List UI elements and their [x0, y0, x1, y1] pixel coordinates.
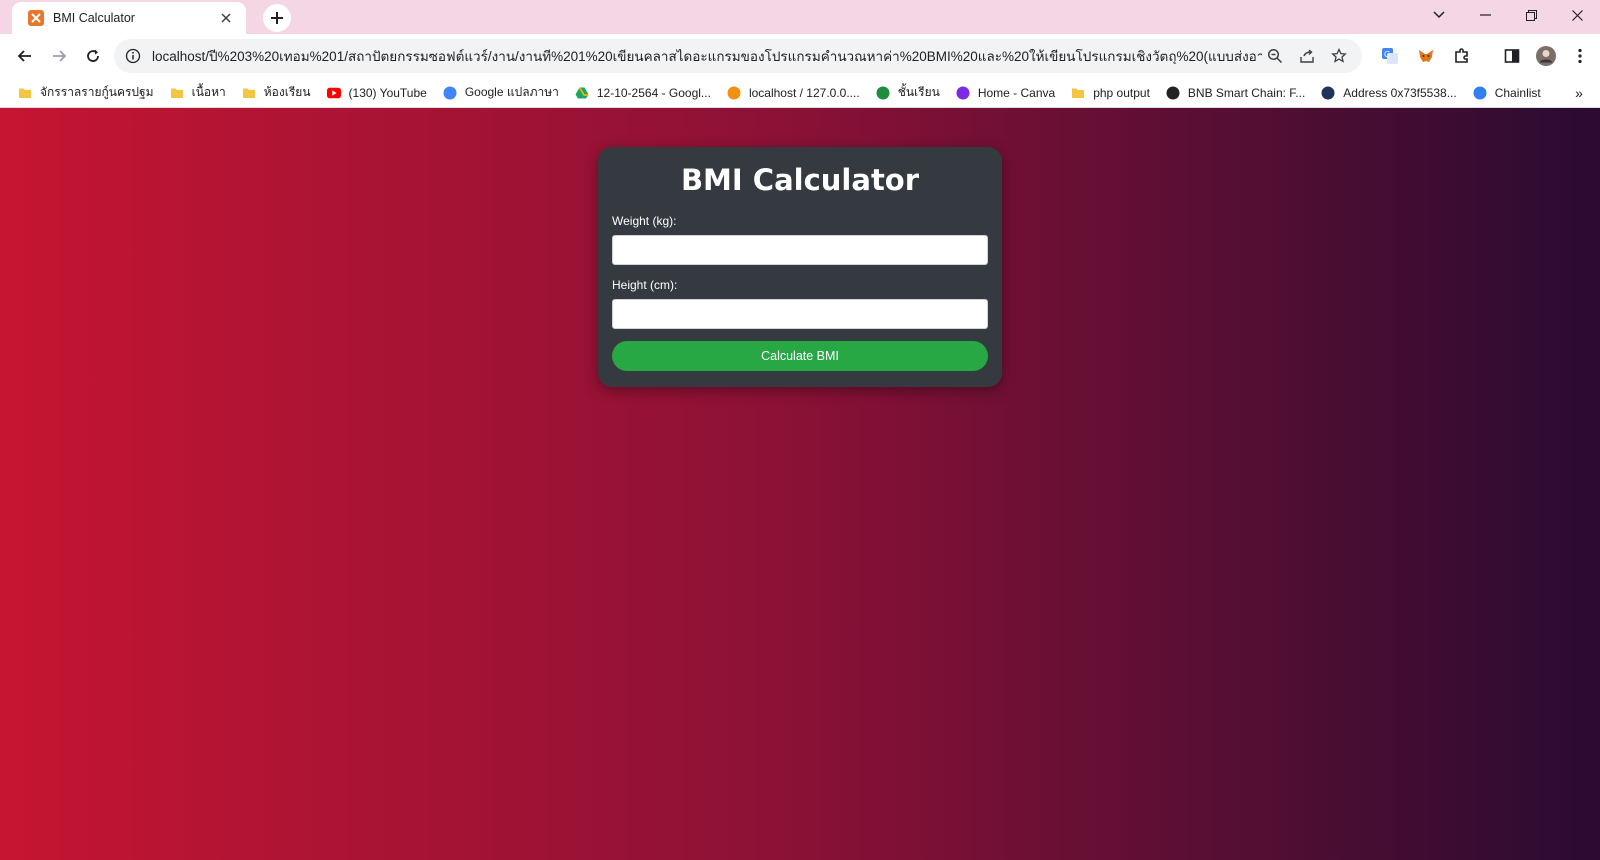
bookmark-item[interactable]: Google แปลภาษา	[435, 81, 567, 105]
xampp-icon	[28, 10, 44, 26]
etherscan-icon	[1321, 86, 1335, 100]
bmi-card: BMI Calculator Weight (kg): Height (cm):…	[598, 147, 1002, 387]
bookmark-label: localhost / 127.0.0....	[748, 85, 860, 100]
menu-kebab-icon[interactable]	[1566, 42, 1594, 70]
folder-icon	[18, 86, 32, 100]
bookmark-label: Address 0x73f5538...	[1343, 85, 1457, 100]
bookmark-label: ชั้นเรียน	[897, 85, 940, 99]
folder-icon	[170, 86, 184, 100]
height-input[interactable]	[612, 299, 988, 329]
bookmark-label: BNB Smart Chain: F...	[1187, 85, 1306, 100]
site-info-icon[interactable]	[124, 47, 142, 65]
tab-title: BMI Calculator	[53, 11, 135, 25]
bookmark-item[interactable]: ห้องเรียน	[234, 81, 319, 105]
zoom-icon[interactable]	[1262, 43, 1288, 69]
bookmark-item[interactable]: ชั้นเรียน	[868, 81, 948, 105]
folder-icon	[242, 86, 256, 100]
bookmark-item[interactable]: BNB Smart Chain: F...	[1158, 81, 1313, 105]
bookmark-label: Chainlist	[1494, 85, 1541, 100]
chainlist-icon	[1473, 86, 1487, 100]
google-translate-icon	[443, 86, 457, 100]
google-drive-icon	[575, 86, 589, 100]
bookmark-item[interactable]: 12-10-2564 - Googl...	[567, 81, 719, 105]
browser-toolbar: G	[0, 34, 1600, 78]
tab-bmi-calculator[interactable]: BMI Calculator	[12, 2, 246, 34]
close-tab-icon[interactable]	[216, 8, 236, 28]
bookmark-item[interactable]: จักรราลรายก์ูนครปฐม	[10, 81, 162, 105]
bookmark-label: Home - Canva	[977, 85, 1056, 100]
forward-button[interactable]	[42, 39, 76, 73]
weight-label: Weight (kg):	[612, 214, 677, 228]
extensions-puzzle-icon[interactable]	[1448, 42, 1476, 70]
bookmarks-bar: จักรราลรายก์ูนครปฐม เนื้อหา ห้องเรียน (130)…	[0, 78, 1600, 108]
canva-icon	[956, 86, 970, 100]
classroom-icon	[876, 86, 890, 100]
weight-input[interactable]	[612, 235, 988, 265]
folder-icon	[1071, 86, 1085, 100]
bookmark-label: php output	[1093, 85, 1150, 100]
bookmark-item[interactable]: localhost / 127.0.0....	[719, 81, 868, 105]
bookmark-label: 12-10-2564 - Googl...	[596, 85, 711, 100]
bookmark-star-icon[interactable]	[1326, 43, 1352, 69]
bookmark-label: เนื้อหา	[191, 85, 226, 99]
more-bookmarks-icon[interactable]: »	[1568, 82, 1590, 104]
bookmark-item[interactable]: (130) YouTube	[319, 81, 435, 105]
url-input[interactable]	[152, 48, 1262, 64]
bookmark-item[interactable]: Home - Canva	[948, 81, 1063, 105]
svg-text:G: G	[1384, 50, 1390, 59]
bookmark-item[interactable]: เนื้อหา	[162, 81, 234, 105]
page-background: BMI Calculator Weight (kg): Height (cm):…	[0, 108, 1600, 860]
google-translate-extension-icon[interactable]: G	[1376, 42, 1404, 70]
height-label: Height (cm):	[612, 278, 678, 292]
tab-search-icon[interactable]	[1416, 0, 1462, 30]
share-icon[interactable]	[1294, 43, 1320, 69]
bookmark-label: (130) YouTube	[348, 85, 427, 100]
back-button[interactable]	[8, 39, 42, 73]
metamask-icon[interactable]	[1412, 42, 1440, 70]
page-title: BMI Calculator	[680, 163, 920, 197]
phpmyadmin-icon	[727, 86, 741, 100]
close-window-icon[interactable]	[1554, 0, 1600, 30]
bookmark-item[interactable]: Address 0x73f5538...	[1313, 81, 1464, 105]
calculate-bmi-button[interactable]: Calculate BMI	[612, 341, 988, 371]
profile-avatar[interactable]	[1532, 42, 1560, 70]
bookmark-item[interactable]: php output	[1063, 81, 1158, 105]
new-tab-button[interactable]	[263, 4, 291, 32]
restore-icon[interactable]	[1508, 0, 1554, 30]
bookmark-label: Google แปลภาษา	[464, 85, 559, 99]
minimize-icon[interactable]	[1462, 0, 1508, 30]
bscscan-icon	[1166, 86, 1180, 100]
reload-button[interactable]	[76, 39, 110, 73]
side-panel-icon[interactable]	[1498, 42, 1526, 70]
bookmark-label: จักรราลรายก์ูนครปฐม	[40, 85, 154, 99]
tab-strip: BMI Calculator	[0, 0, 1600, 34]
bookmark-item[interactable]: Chainlist	[1465, 81, 1549, 105]
bookmark-label: ห้องเรียน	[263, 85, 311, 99]
address-bar[interactable]	[114, 39, 1362, 73]
youtube-icon	[326, 86, 341, 100]
